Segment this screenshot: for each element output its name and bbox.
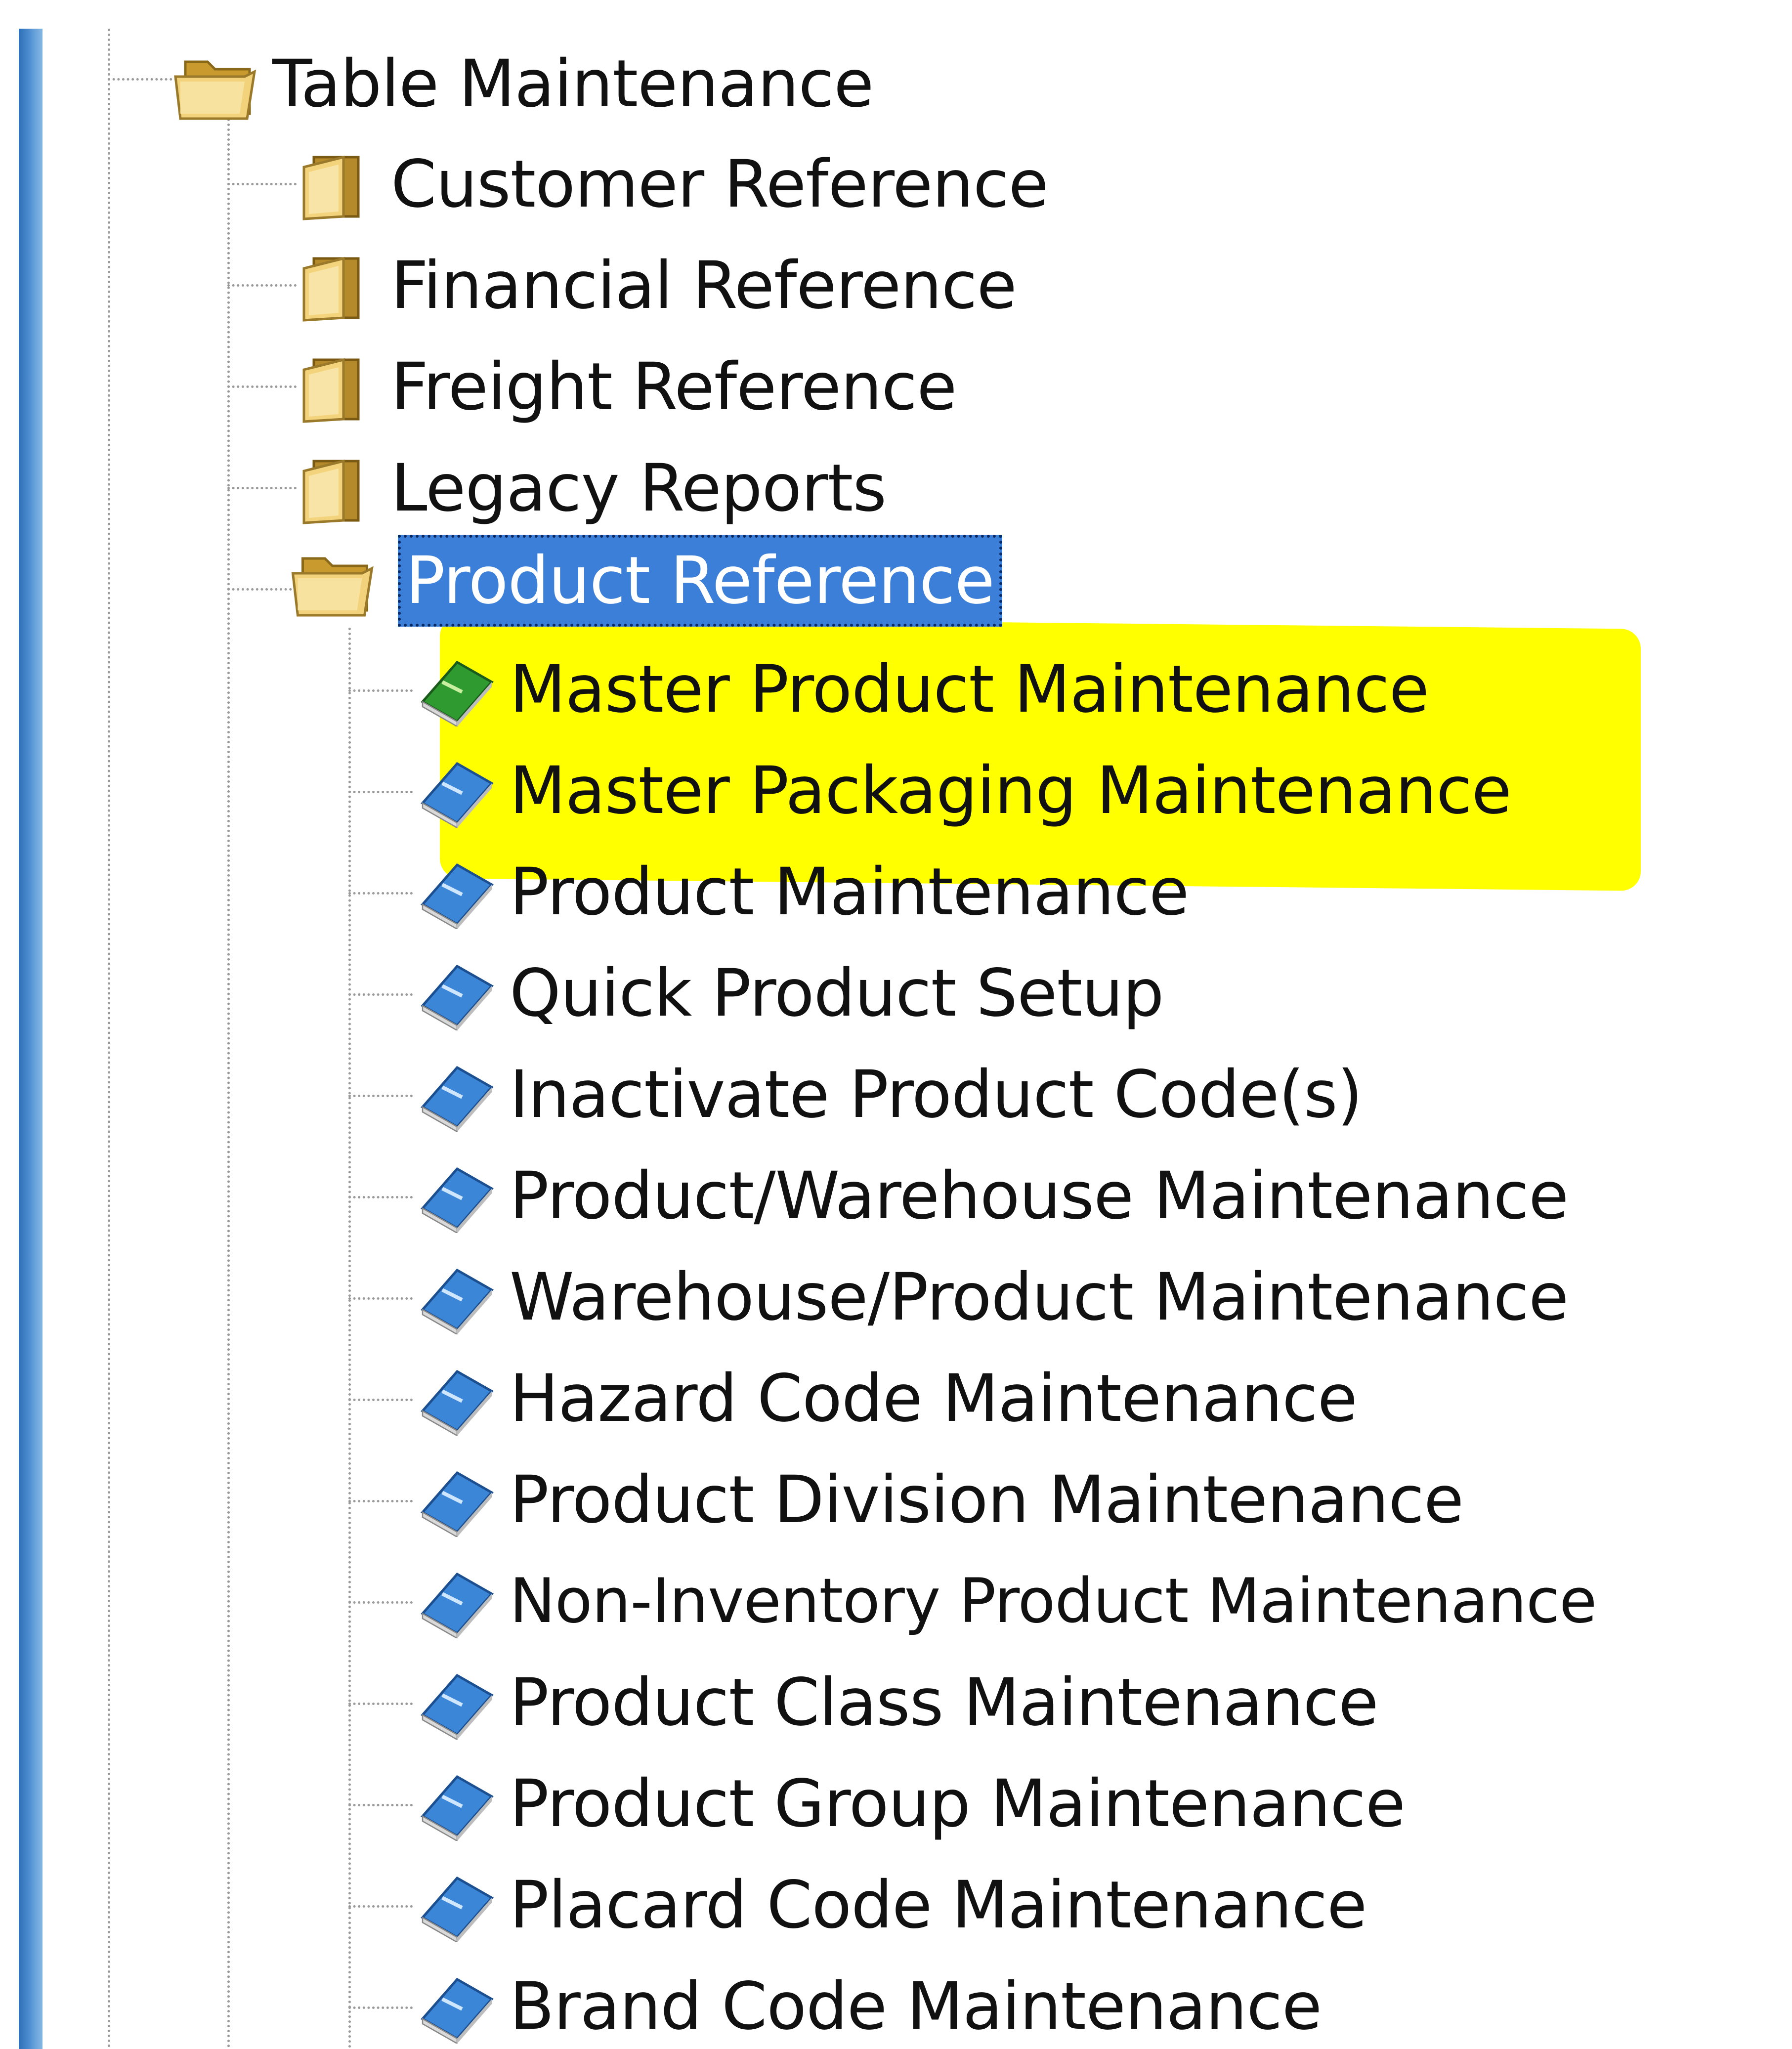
tree-node-freight-reference[interactable]: Freight Reference — [294, 350, 964, 424]
book-icon — [421, 1369, 494, 1436]
tree-line — [348, 689, 413, 692]
folder-icon — [302, 155, 360, 220]
tree-line — [227, 588, 297, 591]
tree-item-label: Master Packaging Maintenance — [510, 753, 1512, 829]
tree-line — [348, 1095, 413, 1097]
tree-node-customer-reference[interactable]: Customer Reference — [294, 147, 1056, 221]
tree-item-master-product-maintenance[interactable]: Master Product Maintenance — [413, 652, 1437, 726]
tree-item-hazard-code-maintenance[interactable]: Hazard Code Maintenance — [413, 1362, 1365, 1436]
tree-line — [348, 1804, 413, 1806]
tree-item-product-warehouse-maintenance[interactable]: Product/Warehouse Maintenance — [413, 1159, 1576, 1233]
tree-node-label: Freight Reference — [391, 349, 957, 425]
tree-item-label: Quick Product Setup — [510, 955, 1164, 1031]
book-icon — [421, 1066, 494, 1132]
tree-item-label: Non-Inventory Product Maintenance — [510, 1566, 1597, 1637]
book-icon — [421, 863, 494, 929]
book-icon — [421, 1167, 494, 1233]
tree-node-product-reference[interactable]: Product Reference — [287, 535, 1002, 627]
tree-item-placard-code-maintenance[interactable]: Placard Code Maintenance — [413, 1868, 1374, 1942]
tree-node-legacy-reports[interactable]: Legacy Reports — [294, 451, 894, 525]
green-book-icon — [421, 660, 494, 726]
tree-item-brand-code-maintenance[interactable]: Brand Code Maintenance — [413, 1969, 1329, 2044]
tree-node-label: Table Maintenance — [272, 46, 874, 122]
tree-line — [348, 1905, 413, 1908]
tree-line — [227, 284, 297, 287]
folder-open-icon — [174, 60, 256, 120]
tree-view: Table Maintenance Customer Reference Fin… — [0, 0, 1792, 2049]
tree-item-product-division-maintenance[interactable]: Product Division Maintenance — [413, 1463, 1471, 1537]
folder-open-icon — [291, 557, 374, 617]
tree-item-product-maintenance[interactable]: Product Maintenance — [413, 855, 1196, 929]
tree-item-label: Product/Warehouse Maintenance — [510, 1158, 1569, 1234]
tree-item-label: Product Class Maintenance — [510, 1665, 1378, 1741]
tree-node-table-maintenance[interactable]: Table Maintenance — [171, 47, 881, 121]
tree-node-financial-reference[interactable]: Financial Reference — [294, 249, 1024, 323]
tree-item-label: Inactivate Product Code(s) — [510, 1057, 1363, 1133]
folder-icon — [302, 256, 360, 322]
folder-icon — [302, 358, 360, 423]
book-icon — [421, 1673, 494, 1740]
tree-line — [348, 993, 413, 996]
window-left-border — [19, 29, 43, 2049]
tree-line — [348, 791, 413, 793]
tree-line — [227, 487, 297, 489]
tree-item-label: Brand Code Maintenance — [510, 1968, 1322, 2045]
book-icon — [421, 1775, 494, 1841]
tree-line — [348, 1500, 413, 1502]
tree-item-quick-product-setup[interactable]: Quick Product Setup — [413, 956, 1172, 1030]
tree-item-label: Master Product Maintenance — [510, 651, 1429, 727]
tree-line — [227, 385, 297, 388]
tree-node-label: Financial Reference — [391, 248, 1017, 324]
tree-line — [348, 1703, 413, 1705]
book-icon — [421, 1268, 494, 1334]
tree-line — [108, 78, 177, 81]
book-icon — [421, 964, 494, 1030]
book-icon — [421, 762, 494, 828]
tree-item-non-inventory-product-maintenance[interactable]: Non-Inventory Product Maintenance — [413, 1564, 1604, 1638]
tree-item-label: Warehouse/Product Maintenance — [510, 1259, 1569, 1335]
tree-line — [108, 29, 110, 2049]
tree-node-label: Product Reference — [398, 535, 1002, 627]
tree-line — [348, 1399, 413, 1401]
tree-line — [348, 1196, 413, 1198]
tree-node-label: Legacy Reports — [391, 450, 887, 526]
book-icon — [421, 1876, 494, 1942]
book-icon — [421, 1977, 494, 2044]
tree-line — [348, 1601, 413, 1604]
tree-line — [227, 183, 297, 185]
tree-line — [348, 2006, 413, 2009]
tree-item-master-packaging-maintenance[interactable]: Master Packaging Maintenance — [413, 754, 1519, 828]
tree-item-warehouse-product-maintenance[interactable]: Warehouse/Product Maintenance — [413, 1260, 1576, 1334]
book-icon — [421, 1572, 494, 1638]
tree-line — [227, 119, 230, 2049]
tree-item-label: Product Group Maintenance — [510, 1766, 1406, 1842]
tree-line — [348, 892, 413, 895]
tree-item-label: Hazard Code Maintenance — [510, 1361, 1358, 1437]
book-icon — [421, 1471, 494, 1537]
tree-node-label: Customer Reference — [391, 146, 1049, 222]
tree-line — [348, 628, 351, 2049]
tree-item-inactivate-product-codes[interactable]: Inactivate Product Code(s) — [413, 1058, 1370, 1132]
tree-line — [348, 1297, 413, 1300]
tree-item-product-class-maintenance[interactable]: Product Class Maintenance — [413, 1665, 1386, 1740]
tree-item-product-group-maintenance[interactable]: Product Group Maintenance — [413, 1767, 1413, 1841]
tree-item-label: Product Division Maintenance — [510, 1462, 1464, 1538]
tree-item-label: Product Maintenance — [510, 854, 1189, 930]
folder-icon — [302, 459, 360, 524]
tree-item-label: Placard Code Maintenance — [510, 1867, 1367, 1943]
